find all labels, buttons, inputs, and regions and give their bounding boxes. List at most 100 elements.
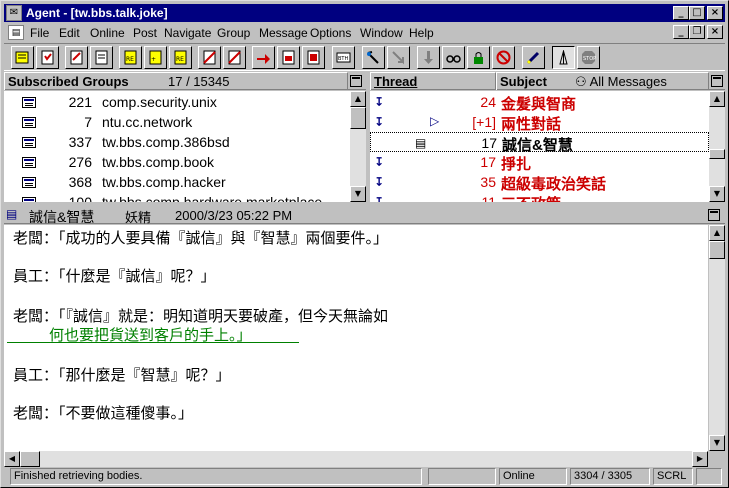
tower-icon [559,50,568,65]
group-row[interactable]: 221 comp.security.unix [4,92,350,112]
redirect-button[interactable] [252,46,275,69]
group-row[interactable]: 7 ntu.cc.network [4,112,350,132]
stop-sign-button[interactable] [492,46,515,69]
search-button[interactable] [442,46,465,69]
group-list-button[interactable] [11,46,34,69]
groups-header[interactable]: Subscribed Groups 17 / 15345 [4,72,348,90]
message-line: 老闆：「『誠信』就是：明知道明天要破產，但今天無論如 [13,308,389,325]
status-bar: Finished retrieving bodies. Online 3304 … [4,467,725,486]
skip-down-button[interactable] [417,46,440,69]
scroll-down-icon[interactable]: ▼ [350,186,366,202]
scroll-up-icon[interactable]: ▲ [350,91,366,107]
thread-row-selected[interactable]: ▤ 17 誠信&智慧 [370,132,709,154]
menu-group[interactable]: Group [217,26,250,40]
scroll-up-icon[interactable]: ▲ [709,225,725,241]
thread-row[interactable]: ↧ 17 掙扎 [370,152,709,173]
reply-button[interactable] [90,46,113,69]
mark-read-button[interactable]: BTH [332,46,355,69]
write-button[interactable] [522,46,545,69]
thread-column-header[interactable]: Thread [370,72,496,90]
ignore-button[interactable] [387,46,410,69]
subject-column-header[interactable]: Subject ⚇ All Messages [496,72,709,90]
menu-help[interactable]: Help [409,26,434,40]
child-minimize-button[interactable]: _ [673,25,689,39]
scroll-up-icon[interactable]: ▲ [709,91,725,107]
menu-file[interactable]: File [30,26,49,40]
scroll-thumb[interactable] [709,241,725,259]
stop-icon: STOP [582,51,596,64]
compose-button[interactable] [65,46,88,69]
svg-text:RE: RE [126,56,134,63]
message-pane-maximize-button[interactable] [708,209,720,221]
reply-email-icon: RE [174,50,187,65]
thread-down-icon: ↧ [374,95,385,109]
followup-button[interactable] [198,46,221,69]
menu-online[interactable]: Online [90,26,125,40]
group-row[interactable]: 337 tw.bbs.comp.386bsd [4,132,350,152]
group-row[interactable]: 368 tw.bbs.comp.hacker [4,172,350,192]
maximize-button[interactable]: □ [689,6,705,20]
thread-row[interactable]: ↧ 24 金髮與智商 [370,92,709,113]
get-new-button[interactable] [36,46,59,69]
title-bar[interactable]: ✉ Agent - [tw.bbs.talk.joke] _ □ × [4,4,725,22]
scroll-left-icon[interactable]: ◀ [4,451,20,467]
document-menu-icon[interactable]: ▤ [8,25,24,40]
group-list-icon [15,51,29,64]
search-icon [446,55,461,63]
thread-count: 17 [480,154,496,170]
group-unread-count: 100 [68,194,92,202]
scroll-right-icon[interactable]: ▶ [692,451,708,467]
watch-button[interactable] [362,46,385,69]
lock-button[interactable] [467,46,490,69]
group-row[interactable]: 276 tw.bbs.comp.book [4,152,350,172]
close-button[interactable]: × [707,6,723,20]
newsgroup-icon [22,137,36,148]
thread-row[interactable]: ↧ 35 超級毒政治笑話 [370,172,709,193]
post-queue-icon [282,50,295,65]
reply-post-button[interactable]: + [144,46,167,69]
thread-row[interactable]: ↧ 11 三不政策 [370,192,709,202]
message-date: 2000/3/23 05:22 PM [175,208,293,223]
thread-subject: 金髮與智商 [501,96,577,113]
svg-text:+: + [151,56,156,63]
thread-count: 17 [481,135,497,151]
group-row[interactable]: 100 tw.bbs.comp.hardware.marketplace [4,192,350,202]
stop-button[interactable]: STOP [577,46,600,69]
scroll-thumb[interactable] [709,149,725,159]
message-vscrollbar[interactable]: ▲ ▼ [709,225,725,451]
threads-pane-maximize-button[interactable] [711,75,723,87]
groups-pane-maximize-button[interactable] [350,75,362,87]
message-filter[interactable]: ⚇ All Messages [575,73,667,90]
menu-post[interactable]: Post [133,26,157,40]
thread-row[interactable]: ↧ ▷ [+1] 兩性對話 [370,112,709,133]
message-line: 員工：「那什麼是『智慧』呢？」 [13,367,231,384]
menu-window[interactable]: Window [360,26,403,40]
reply-email-button[interactable]: RE [169,46,192,69]
child-restore-button[interactable]: ❐ [689,25,705,39]
menu-edit[interactable]: Edit [59,26,80,40]
scroll-down-icon[interactable]: ▼ [709,186,725,202]
menu-message[interactable]: Message [259,26,308,40]
send-button[interactable] [302,46,325,69]
groups-pane-header: Subscribed Groups 17 / 15345 [4,72,366,90]
thread-down-icon: ↧ [374,195,385,202]
forward-button[interactable] [223,46,246,69]
thread-subject: 三不政策 [501,193,561,202]
menu-options[interactable]: Options [310,26,351,40]
message-body[interactable]: 老闆：「成功的人要具備『誠信』與『智慧』兩個要件。」 員工：「什麼是『誠信』呢？… [4,225,708,451]
online-tower-button[interactable] [552,46,575,69]
scroll-thumb[interactable] [350,107,366,129]
scroll-thumb[interactable] [20,451,40,467]
app-icon[interactable]: ✉ [6,5,22,21]
message-hscrollbar[interactable]: ◀ ▶ [4,451,708,467]
child-close-button[interactable]: × [707,25,723,39]
status-text: Finished retrieving bodies. [10,468,422,485]
groups-scrollbar[interactable]: ▲ ▼ [350,91,366,202]
minimize-button[interactable]: _ [673,6,689,20]
menu-navigate[interactable]: Navigate [164,26,211,40]
scroll-down-icon[interactable]: ▼ [709,435,725,451]
new-message-button[interactable]: RE [119,46,142,69]
post-queue-button[interactable] [277,46,300,69]
threads-scrollbar[interactable]: ▲ ▼ [709,91,725,202]
reply-post-icon: + [149,50,162,65]
